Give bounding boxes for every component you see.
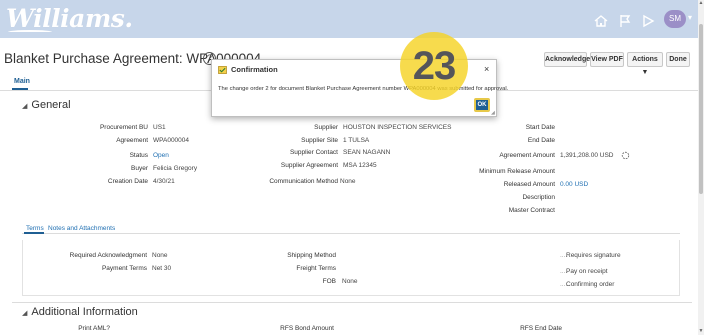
procurement-bu-label: Procurement BU bbox=[99, 124, 148, 131]
resize-grip-icon[interactable]: ◢ bbox=[491, 110, 495, 116]
required-acknowledgment-value: None bbox=[152, 252, 168, 259]
logo-swoosh bbox=[8, 30, 52, 34]
supplier-agreement-label: Supplier Agreement bbox=[280, 162, 338, 169]
scroll-down-icon[interactable]: ▼ bbox=[698, 328, 704, 334]
acknowledge-button[interactable]: Acknowledge bbox=[544, 52, 590, 67]
description-label: Description bbox=[522, 194, 555, 201]
minimum-release-amount-label: Minimum Release Amount bbox=[479, 168, 555, 175]
shipping-method-label: Shipping Method bbox=[287, 252, 336, 259]
user-avatar[interactable]: SM bbox=[664, 10, 686, 28]
tab-notes-and-attachments[interactable]: Notes and Attachments bbox=[48, 225, 115, 232]
subtabs-divider bbox=[22, 233, 680, 234]
agreement-label: Agreement bbox=[116, 137, 148, 144]
confirming-order-value: Confirming order bbox=[566, 281, 615, 288]
done-button[interactable]: Done bbox=[666, 52, 690, 67]
scroll-up-icon[interactable]: ▲ bbox=[698, 0, 704, 6]
supplier-site-value: 1 TULSA bbox=[343, 137, 370, 144]
additional-info-section-title: Additional Information bbox=[31, 306, 138, 318]
released-amount-label: Released Amount bbox=[503, 181, 555, 188]
step-number-badge: 23 bbox=[400, 32, 468, 100]
tab-terms[interactable]: Terms bbox=[26, 225, 44, 232]
scrollbar-thumb[interactable] bbox=[699, 24, 703, 194]
amount-details-icon[interactable] bbox=[621, 151, 630, 160]
company-logo[interactable]: Williams. bbox=[6, 4, 133, 33]
close-icon[interactable]: × bbox=[484, 64, 489, 74]
actions-menu-button[interactable]: Actions ▼ bbox=[627, 52, 663, 76]
top-bar: Williams. SM ▾ bbox=[0, 0, 698, 38]
payment-terms-value: Net 30 bbox=[152, 265, 172, 272]
tab-terms-indicator bbox=[24, 232, 44, 234]
agreement-value: WPA000004 bbox=[153, 137, 190, 144]
chevron-down-icon[interactable]: ▾ bbox=[688, 13, 692, 22]
payment-terms-label: Payment Terms bbox=[101, 265, 147, 272]
tab-main[interactable]: Main bbox=[14, 78, 30, 85]
print-aml-label: Print AML? bbox=[78, 325, 110, 332]
notifications-icon[interactable] bbox=[640, 13, 656, 29]
section-divider bbox=[12, 302, 692, 303]
pay-on-receipt-value: Pay on receipt bbox=[566, 268, 608, 275]
view-pdf-button[interactable]: View PDF bbox=[590, 52, 624, 67]
ok-button[interactable]: OK bbox=[474, 98, 490, 112]
fob-value: None bbox=[342, 278, 358, 285]
supplier-label: Supplier bbox=[314, 124, 338, 131]
dialog-title: Confirmation bbox=[231, 65, 278, 74]
supplier-value: HOUSTON INSPECTION SERVICES bbox=[343, 124, 452, 131]
status-link[interactable]: Open bbox=[153, 152, 169, 159]
supplier-agreement-value: MSA 12345 bbox=[343, 162, 377, 169]
required-acknowledgment-label: Required Acknowledgment bbox=[69, 252, 147, 259]
supplier-site-label: Supplier Site bbox=[301, 137, 338, 144]
freight-terms-label: Freight Terms bbox=[296, 265, 336, 272]
end-date-label: End Date bbox=[527, 137, 555, 144]
additional-info-section-header[interactable]: ◢ Additional Information bbox=[22, 306, 138, 318]
creation-date-value: 4/30/21 bbox=[153, 178, 175, 185]
fob-label: FOB bbox=[322, 278, 336, 285]
collapse-triangle-icon[interactable]: ◢ bbox=[22, 103, 27, 110]
watchlist-flag-icon[interactable] bbox=[617, 13, 633, 29]
buyer-label: Buyer bbox=[131, 165, 148, 172]
collapse-triangle-icon[interactable]: ◢ bbox=[22, 310, 27, 317]
requires-signature-value: Requires signature bbox=[566, 252, 621, 259]
agreement-amount-label: Agreement Amount bbox=[499, 152, 555, 159]
status-label: Status bbox=[129, 152, 148, 159]
page-scrollbar[interactable]: ▲ ▼ bbox=[698, 0, 704, 335]
procurement-bu-value: US1 bbox=[153, 124, 166, 131]
confirmation-icon bbox=[218, 66, 227, 74]
general-section-title: General bbox=[31, 99, 71, 111]
communication-method-label: Communication Method bbox=[269, 178, 338, 185]
creation-date-label: Creation Date bbox=[107, 178, 148, 185]
rfs-bond-amount-label: RFS Bond Amount bbox=[280, 325, 334, 332]
start-date-label: Start Date bbox=[525, 124, 555, 131]
supplier-contact-label: Supplier Contact bbox=[289, 149, 338, 156]
communication-method-value: None bbox=[340, 178, 356, 185]
released-amount-link[interactable]: 0.00 USD bbox=[560, 181, 588, 188]
master-contract-label: Master Contract bbox=[508, 207, 555, 214]
buyer-value: Felicia Gregory bbox=[153, 165, 198, 172]
general-section-header[interactable]: ◢ General bbox=[22, 99, 71, 111]
supplier-contact-value: SEAN NAGANN bbox=[343, 149, 391, 156]
home-icon[interactable] bbox=[593, 13, 609, 29]
agreement-amount-value: 1,391,208.00 USD bbox=[560, 152, 614, 159]
dialog-message: The change order 2 for document Blanket … bbox=[218, 86, 509, 92]
rfs-end-date-label: RFS End Date bbox=[520, 325, 562, 332]
